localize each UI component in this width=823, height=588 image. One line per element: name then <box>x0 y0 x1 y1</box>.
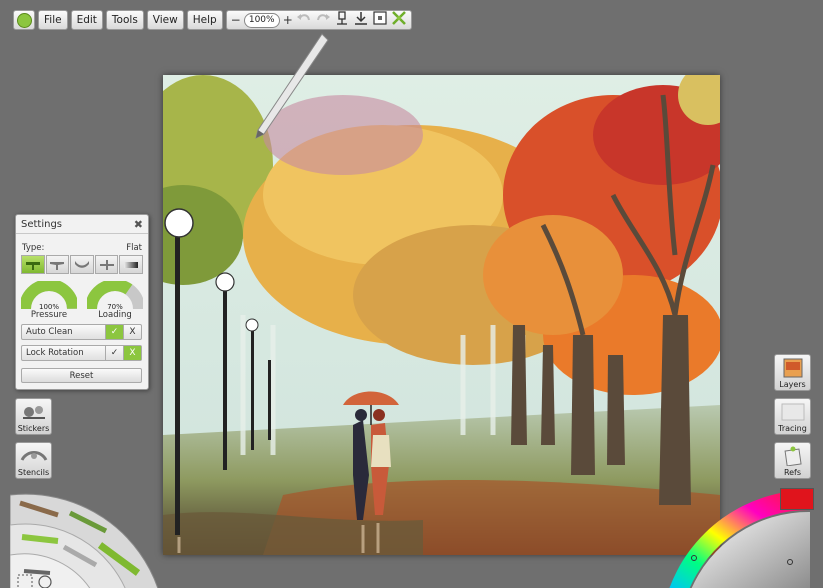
fullscreen-icon[interactable] <box>391 10 407 30</box>
layers-thumbnail-icon <box>783 358 802 378</box>
pressure-dial-icon: 100% <box>21 281 77 311</box>
auto-clean-on-button[interactable]: ✓ <box>105 325 123 339</box>
auto-clean-label: Auto Clean <box>26 327 73 337</box>
lock-rotation-off-button[interactable]: X <box>123 346 141 360</box>
stickers-label: Stickers <box>17 424 50 433</box>
autumn-painting <box>163 75 720 555</box>
artrage-logo-icon[interactable] <box>13 10 35 30</box>
brush-cursor-icon <box>255 33 329 139</box>
redo-icon[interactable] <box>315 11 331 30</box>
import-icon[interactable] <box>353 10 369 30</box>
type-value: Flat <box>126 243 142 253</box>
tip-bright-icon[interactable] <box>94 255 119 274</box>
menu-edit[interactable]: Edit <box>70 10 103 30</box>
type-label: Type: <box>22 243 45 253</box>
painting-canvas[interactable] <box>163 75 720 555</box>
settings-title: Settings <box>21 218 63 230</box>
tip-gradient-icon[interactable] <box>119 255 143 274</box>
close-icon[interactable]: ✖ <box>134 218 143 231</box>
zoom-in-button[interactable]: + <box>283 14 293 26</box>
lock-rotation-row: Lock Rotation ✓ X <box>21 345 142 361</box>
refs-label: Refs <box>783 468 802 477</box>
reference-pin-icon[interactable] <box>334 10 350 30</box>
settings-panel: Settings ✖ Type: Flat 100% Pressure 70% … <box>15 214 149 390</box>
menu-tools[interactable]: Tools <box>105 10 144 30</box>
loading-label: Loading <box>98 310 132 320</box>
undo-icon[interactable] <box>296 11 312 30</box>
type-row: Type: Flat <box>16 234 148 253</box>
settings-header: Settings ✖ <box>16 215 148 234</box>
stencils-icon <box>20 451 47 461</box>
tracing-icon <box>781 403 804 421</box>
zoom-control: − 100% + <box>225 10 412 30</box>
reset-button[interactable]: Reset <box>21 368 142 383</box>
tip-round-icon[interactable] <box>45 255 70 274</box>
current-color-swatch[interactable] <box>780 488 814 510</box>
stencils-label: Stencils <box>17 468 50 477</box>
auto-clean-row: Auto Clean ✓ X <box>21 324 142 340</box>
gauges-row: 100% Pressure 70% Loading <box>16 281 148 320</box>
zoom-level-field[interactable]: 100% <box>243 12 280 28</box>
layers-button[interactable]: Layers <box>774 354 811 391</box>
pressure-gauge[interactable]: 100% Pressure <box>20 281 78 320</box>
auto-clean-off-button[interactable]: X <box>123 325 141 339</box>
loading-dial-icon: 70% <box>87 281 143 311</box>
stickers-button[interactable]: Stickers <box>15 398 52 435</box>
tracing-button[interactable]: Tracing <box>774 398 811 435</box>
stencils-button[interactable]: Stencils <box>15 442 52 479</box>
tool-wheel[interactable] <box>10 485 170 588</box>
menu-file[interactable]: File <box>38 10 68 30</box>
layers-label: Layers <box>779 380 806 389</box>
lock-rotation-label: Lock Rotation <box>26 348 84 358</box>
tracing-label: Tracing <box>778 424 807 433</box>
loading-gauge[interactable]: 70% Loading <box>86 281 144 320</box>
tip-fan-icon[interactable] <box>70 255 94 274</box>
zoom-out-button[interactable]: − <box>231 14 241 26</box>
canvas-icon[interactable] <box>372 10 388 30</box>
refs-button[interactable]: Refs <box>774 442 811 479</box>
refs-pin-icon <box>784 446 802 466</box>
menu-view[interactable]: View <box>146 10 184 30</box>
menu-help[interactable]: Help <box>186 10 223 30</box>
lock-rotation-on-button[interactable]: ✓ <box>105 346 123 360</box>
stickers-icon <box>22 406 45 419</box>
artrage-window: File Edit Tools View Help − 100% + Setti… <box>0 0 823 588</box>
top-menubar: File Edit Tools View Help − 100% + <box>13 9 412 31</box>
tip-flat-icon[interactable] <box>21 255 45 274</box>
pressure-label: Pressure <box>30 310 68 320</box>
brush-tip-selector <box>21 255 143 274</box>
